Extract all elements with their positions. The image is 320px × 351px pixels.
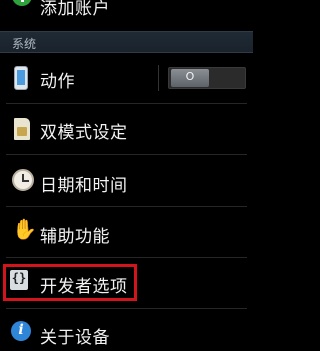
add-account-item[interactable]: 添加账户 bbox=[0, 0, 253, 19]
settings-item-accessibility[interactable]: ✋ 辅助功能 bbox=[0, 207, 253, 257]
settings-item-date-time[interactable]: 日期和时间 bbox=[0, 154, 253, 206]
section-header-system: 系统 bbox=[0, 31, 253, 53]
sim-card-icon bbox=[14, 118, 30, 140]
toggle-state-text: O bbox=[185, 70, 195, 83]
settings-item-dual-mode[interactable]: 双模式设定 bbox=[0, 104, 253, 154]
plus-icon bbox=[12, 0, 32, 6]
toggle-knob: O bbox=[171, 69, 209, 87]
highlight-box bbox=[3, 264, 137, 301]
add-account-label: 添加账户 bbox=[40, 0, 110, 19]
switch-divider bbox=[158, 65, 159, 91]
settings-item-motion[interactable]: 动作 O bbox=[0, 55, 253, 103]
settings-screen: 添加账户 系统 动作 O 双模式设定 日期和时间 ✋ 辅助功能 {} 开发者选项… bbox=[0, 0, 253, 351]
about-device-label: 关于设备 bbox=[40, 328, 110, 348]
hand-icon: ✋ bbox=[12, 217, 37, 241]
settings-item-about-device[interactable]: i 关于设备 bbox=[0, 309, 253, 351]
info-icon: i bbox=[11, 321, 31, 341]
accessibility-label: 辅助功能 bbox=[40, 227, 110, 247]
dual-mode-label: 双模式设定 bbox=[40, 123, 128, 143]
phone-icon bbox=[14, 66, 28, 90]
motion-label: 动作 bbox=[40, 72, 75, 92]
info-icon-glyph: i bbox=[18, 322, 24, 338]
section-header-label: 系统 bbox=[12, 37, 37, 51]
motion-toggle[interactable]: O bbox=[168, 67, 246, 89]
clock-icon bbox=[12, 169, 34, 191]
date-time-label: 日期和时间 bbox=[40, 176, 128, 196]
